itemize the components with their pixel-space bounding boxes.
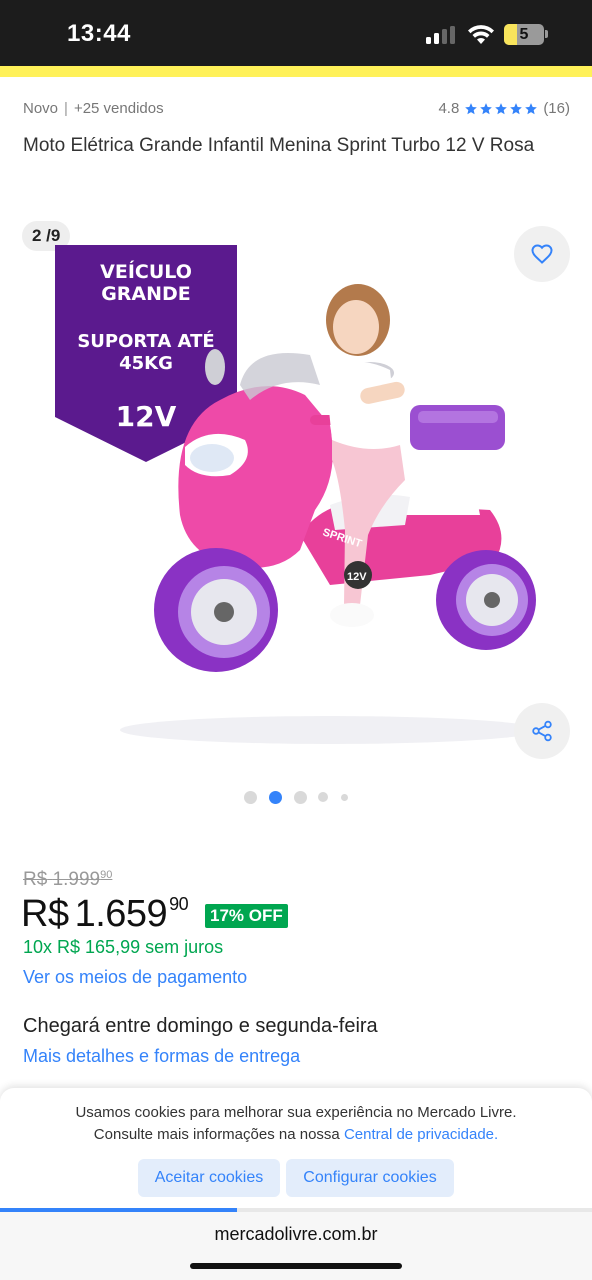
wifi-icon <box>468 25 494 44</box>
product-meta: Novo | +25 vendidos <box>23 100 164 117</box>
header-band <box>0 66 592 77</box>
cookie-banner: Usamos cookies para melhorar sua experiê… <box>0 1088 592 1210</box>
delivery-details-link[interactable]: Mais detalhes e formas de entrega <box>23 1046 300 1067</box>
share-icon <box>532 720 552 742</box>
star-icon <box>495 102 508 114</box>
battery-tip <box>545 30 548 38</box>
pagination-dot[interactable] <box>340 793 348 801</box>
old-price-currency: R$ <box>23 869 48 890</box>
cookie-message-line-1: Usamos cookies para melhorar sua experiê… <box>75 1104 517 1121</box>
rating-value: 4.8 <box>438 100 460 117</box>
pagination-dot[interactable] <box>243 790 257 804</box>
condition-label: Novo <box>23 100 59 117</box>
rating[interactable]: 4.8 (16) <box>438 100 570 117</box>
discount-badge: 17% OFF <box>205 904 288 928</box>
old-price-amount: 1.999 <box>52 869 101 890</box>
star-icon <box>525 102 538 114</box>
signal-icon <box>426 26 458 44</box>
review-count: (16) <box>543 100 570 117</box>
accept-cookies-button[interactable]: Aceitar cookies <box>138 1159 280 1197</box>
star-icon <box>480 102 493 114</box>
favorite-button[interactable] <box>514 226 570 282</box>
image-voltage-label: 12V <box>347 571 367 583</box>
heart-icon <box>531 244 553 264</box>
old-price: R$ 1.99990 <box>23 869 112 891</box>
cookie-message: Usamos cookies para melhorar sua experiê… <box>0 1102 592 1146</box>
gallery-pagination[interactable] <box>0 789 592 805</box>
sold-count: +25 vendidos <box>73 100 164 117</box>
payment-methods-link[interactable]: Ver os meios de pagamento <box>23 967 247 988</box>
product-image[interactable]: SPRINT 12V <box>100 275 560 745</box>
front-wheel <box>154 548 278 672</box>
star-icon <box>465 102 478 114</box>
configure-cookies-button[interactable]: Configurar cookies <box>286 1159 454 1197</box>
pagination-dot[interactable] <box>318 792 328 802</box>
status-time: 13:44 <box>67 20 131 47</box>
old-price-cents: 90 <box>100 869 113 881</box>
share-button[interactable] <box>514 703 570 759</box>
privacy-center-link[interactable]: Central de privacidade. <box>344 1126 498 1143</box>
rear-wheel <box>436 550 536 650</box>
installments-text: 10x R$ 165,99 sem juros <box>23 937 224 957</box>
browser-url-bar[interactable]: mercadolivre.com.br <box>0 1212 592 1280</box>
price-cents: 90 <box>169 894 189 914</box>
battery-level: 5 <box>519 26 529 43</box>
rating-stars <box>464 102 538 116</box>
url-text[interactable]: mercadolivre.com.br <box>0 1224 592 1245</box>
meta-separator: | <box>64 100 68 117</box>
current-price: R$ 1.659 90 <box>21 893 189 936</box>
pagination-dot[interactable] <box>268 790 282 804</box>
status-bar: 13:44 5 <box>0 0 592 66</box>
star-icon <box>510 102 523 114</box>
price-currency: R$ <box>21 893 69 935</box>
price-amount: 1.659 <box>74 893 168 935</box>
cookie-message-line-2: Consulte mais informações na nossa <box>93 1126 340 1143</box>
home-indicator[interactable] <box>190 1263 402 1269</box>
battery-icon: 5 <box>504 24 544 45</box>
product-title: Moto Elétrica Grande Infantil Menina Spr… <box>23 135 535 156</box>
pagination-dot[interactable] <box>293 790 307 804</box>
product-gallery[interactable]: 2 /9 VEÍCULO GRANDE SUPORTA ATÉ 45KG 12V <box>0 215 592 775</box>
delivery-estimate: Chegará entre domingo e segunda-feira <box>23 1015 378 1037</box>
